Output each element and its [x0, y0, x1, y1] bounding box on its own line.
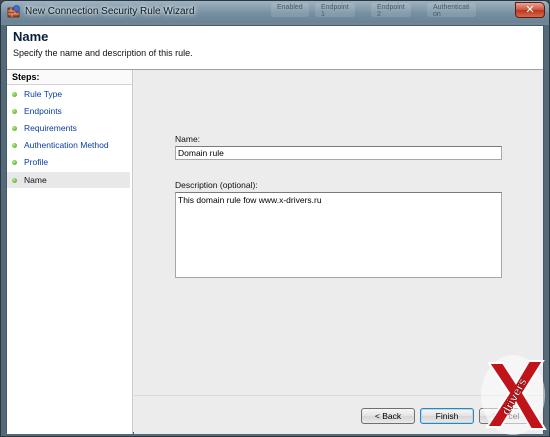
step-rule-type[interactable]: Rule Type	[7, 86, 130, 102]
step-label: Authentication Method	[24, 140, 109, 150]
step-authentication-method[interactable]: Authentication Method	[7, 137, 130, 153]
name-field[interactable]	[175, 146, 502, 160]
back-button[interactable]: < Back	[361, 408, 415, 424]
page-subtitle: Specify the name and description of this…	[13, 48, 193, 58]
step-label: Profile	[24, 157, 49, 167]
background-tab: Enabled	[271, 3, 309, 17]
close-button[interactable]: ✕	[515, 2, 545, 18]
green-dot-icon	[12, 126, 17, 131]
finish-button[interactable]: Finish	[420, 408, 474, 424]
step-profile[interactable]: Profile	[7, 154, 130, 170]
step-label: Rule Type	[24, 89, 63, 99]
description-label: Description (optional):	[175, 180, 258, 190]
green-dot-icon	[12, 109, 17, 114]
green-dot-icon	[12, 178, 17, 183]
background-tab: Authenticati on	[427, 3, 476, 18]
steps-panel: Steps: Rule Type Endpoints Requirements …	[7, 70, 133, 434]
wizard-content: Name: Description (optional): This domai…	[134, 70, 543, 395]
background-tab: Endpoint 2	[371, 3, 411, 18]
step-label: Requirements	[24, 123, 77, 133]
steps-heading: Steps:	[7, 70, 132, 85]
window-title: New Connection Security Rule Wizard	[25, 6, 195, 17]
title-bar[interactable]: New Connection Security Rule Wizard Enab…	[1, 1, 549, 23]
wizard-window: New Connection Security Rule Wizard Enab…	[0, 0, 550, 437]
close-icon: ✕	[525, 4, 535, 16]
x-drivers-watermark-logo: drivers	[481, 355, 547, 435]
page-title: Name	[13, 29, 49, 44]
step-requirements[interactable]: Requirements	[7, 120, 130, 136]
green-dot-icon	[12, 92, 17, 97]
wizard-client-area: Name Specify the name and description of…	[6, 25, 544, 434]
firewall-shield-icon	[7, 5, 20, 18]
green-dot-icon	[12, 143, 17, 148]
step-endpoints[interactable]: Endpoints	[7, 103, 130, 119]
step-name[interactable]: Name	[7, 172, 130, 188]
step-label: Name	[24, 175, 47, 185]
wizard-header: Name Specify the name and description of…	[7, 26, 543, 70]
green-dot-icon	[12, 160, 17, 165]
step-label: Endpoints	[24, 106, 62, 116]
description-field[interactable]: This domain rule fow www.x-drivers.ru	[175, 192, 502, 278]
background-tab: Endpoint 1	[315, 3, 355, 18]
name-label: Name:	[175, 134, 201, 144]
